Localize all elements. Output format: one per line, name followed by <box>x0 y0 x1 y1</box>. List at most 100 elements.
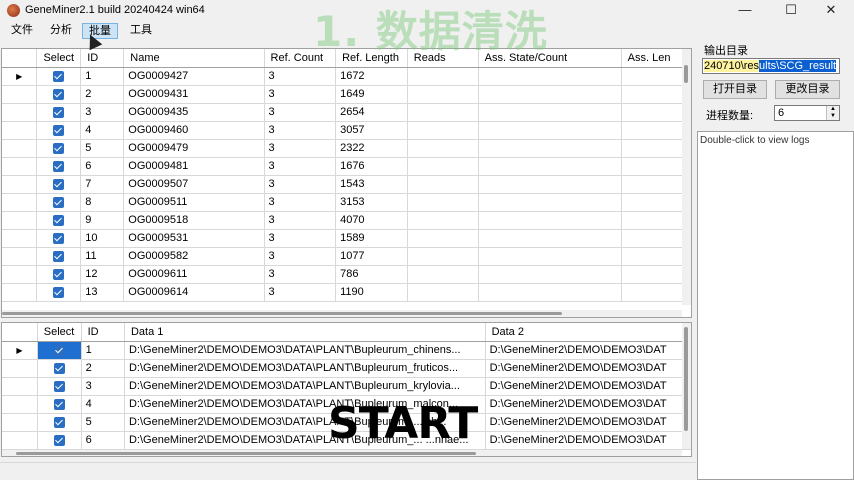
checkbox[interactable] <box>53 88 65 100</box>
table-row[interactable]: 13 OG0009614 3 1190 <box>2 283 691 302</box>
row-header[interactable] <box>2 265 38 284</box>
row-select[interactable] <box>36 67 82 86</box>
checkbox[interactable] <box>53 286 65 298</box>
checkbox[interactable] <box>53 160 65 172</box>
table-row[interactable]: ▶ 1 D:\GeneMiner2\DEMO\DEMO3\DATA\PLANT\Bu… <box>2 341 691 360</box>
row-header[interactable] <box>2 211 38 230</box>
checkbox[interactable] <box>53 106 65 118</box>
vscroll-thumb[interactable] <box>684 327 688 431</box>
row-header[interactable]: ▶ <box>2 341 38 360</box>
stepper-buttons[interactable]: ▲ ▼ <box>826 106 839 120</box>
row-header[interactable] <box>2 157 38 176</box>
row-select[interactable] <box>37 395 82 414</box>
row-header[interactable] <box>2 175 38 194</box>
checkbox[interactable] <box>53 232 65 244</box>
table-row[interactable]: 9 OG0009518 3 4070 <box>2 211 691 230</box>
table-row[interactable]: 3 D:\GeneMiner2\DEMO\DEMO3\DATA\PLANT\Bup… <box>2 377 691 396</box>
row-header[interactable] <box>2 413 38 432</box>
table-row[interactable]: 6 OG0009481 3 1676 <box>2 157 691 176</box>
stepper-down-icon[interactable]: ▼ <box>827 113 839 120</box>
checkbox[interactable] <box>53 124 65 136</box>
row-header[interactable] <box>2 121 38 140</box>
col-id[interactable]: ID <box>80 49 125 68</box>
checkbox[interactable] <box>53 214 65 226</box>
gene-table-hscroll[interactable] <box>2 310 682 317</box>
col-data2[interactable]: Data 2 <box>485 323 691 342</box>
row-select[interactable] <box>37 377 82 396</box>
row-select[interactable] <box>36 247 82 266</box>
checkbox[interactable] <box>53 250 65 262</box>
gene-table-vscroll[interactable] <box>682 49 691 305</box>
row-header[interactable]: ▶ <box>2 67 38 86</box>
checkbox[interactable] <box>53 178 65 190</box>
col-select[interactable]: Select <box>36 49 82 68</box>
minimize-button[interactable]: — <box>722 0 768 21</box>
hscroll-thumb[interactable] <box>16 452 476 455</box>
open-dir-button[interactable]: 打开目录 <box>703 80 767 99</box>
table-row[interactable]: 2 D:\GeneMiner2\DEMO\DEMO3\DATA\PLANT\Bup… <box>2 359 691 378</box>
checkbox[interactable] <box>53 268 65 280</box>
log-box[interactable]: Double-click to view logs <box>697 131 854 480</box>
row-select[interactable] <box>36 103 82 122</box>
menu-analysis[interactable]: 分析 <box>44 23 78 39</box>
stepper-up-icon[interactable]: ▲ <box>827 106 839 113</box>
checkbox[interactable] <box>53 142 65 154</box>
close-button[interactable]: ✕ <box>808 0 854 21</box>
row-select[interactable] <box>36 157 82 176</box>
sample-table-hscroll[interactable] <box>2 450 682 456</box>
row-header[interactable] <box>2 431 38 450</box>
row-header[interactable] <box>2 229 38 248</box>
sample-table-vscroll[interactable] <box>682 323 691 449</box>
checkbox[interactable] <box>53 398 65 410</box>
row-header[interactable] <box>2 103 38 122</box>
row-select[interactable] <box>36 193 82 212</box>
change-dir-button[interactable]: 更改目录 <box>775 80 840 99</box>
col-select[interactable]: Select <box>37 323 82 342</box>
checkbox[interactable] <box>53 362 65 374</box>
table-row[interactable]: 5 OG0009479 3 2322 <box>2 139 691 158</box>
checkbox[interactable] <box>53 344 65 356</box>
row-select[interactable] <box>37 341 82 360</box>
row-select[interactable] <box>36 121 82 140</box>
row-header[interactable] <box>2 85 38 104</box>
col-id[interactable]: ID <box>81 323 125 342</box>
menu-file[interactable]: 文件 <box>5 23 39 39</box>
vscroll-thumb[interactable] <box>684 65 688 83</box>
checkbox[interactable] <box>53 70 65 82</box>
output-dir-field[interactable]: 240710\results\SCG_result <box>702 58 840 74</box>
checkbox[interactable] <box>53 196 65 208</box>
row-header[interactable] <box>2 247 38 266</box>
row-select[interactable] <box>36 175 82 194</box>
row-select[interactable] <box>36 283 82 302</box>
col-name[interactable]: Name <box>123 49 265 68</box>
checkbox[interactable] <box>53 416 65 428</box>
row-select[interactable] <box>36 139 82 158</box>
checkbox[interactable] <box>53 380 65 392</box>
row-header[interactable] <box>2 193 38 212</box>
row-select[interactable] <box>37 359 82 378</box>
threads-stepper[interactable]: 6 ▲ ▼ <box>774 105 840 121</box>
table-row[interactable]: 4 OG0009460 3 3057 <box>2 121 691 140</box>
col-data1[interactable]: Data 1 <box>124 323 486 342</box>
table-row[interactable]: 8 OG0009511 3 3153 <box>2 193 691 212</box>
table-row[interactable]: 2 OG0009431 3 1649 <box>2 85 691 104</box>
row-header[interactable] <box>2 283 38 302</box>
table-row[interactable]: 10 OG0009531 3 1589 <box>2 229 691 248</box>
row-header[interactable] <box>2 395 38 414</box>
table-row[interactable]: 7 OG0009507 3 1543 <box>2 175 691 194</box>
row-header[interactable] <box>2 139 38 158</box>
row-header[interactable] <box>2 377 38 396</box>
row-select[interactable] <box>37 431 82 450</box>
row-select[interactable] <box>37 413 82 432</box>
row-header[interactable] <box>2 359 38 378</box>
table-row[interactable]: 12 OG0009611 3 786 <box>2 265 691 284</box>
row-select[interactable] <box>36 211 82 230</box>
menu-tools[interactable]: 工具 <box>124 23 158 39</box>
row-select[interactable] <box>36 265 82 284</box>
hscroll-thumb[interactable] <box>2 312 562 315</box>
table-row[interactable]: 3 OG0009435 3 2654 <box>2 103 691 122</box>
table-row[interactable]: 11 OG0009582 3 1077 <box>2 247 691 266</box>
gene-table[interactable]: Select ID Name Ref. Count Ref. Length Re… <box>1 48 692 318</box>
table-row[interactable]: ▶ 1 OG0009427 3 1672 <box>2 67 691 86</box>
row-select[interactable] <box>36 85 82 104</box>
